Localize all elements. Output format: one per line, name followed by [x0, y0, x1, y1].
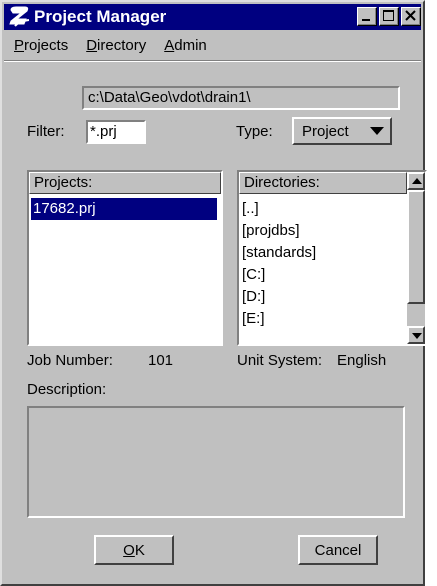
directories-scrollbar[interactable] — [407, 172, 425, 344]
filter-input[interactable]: *.prj — [86, 120, 146, 144]
description-label: Description: — [27, 381, 107, 398]
directories-list[interactable]: Directories: [..] [projdbs] [standards] … — [237, 170, 427, 346]
list-item[interactable]: [D:] — [239, 286, 407, 308]
close-icon[interactable] — [401, 7, 421, 26]
type-label: Type: — [236, 123, 273, 140]
menu-admin-label: dmin — [174, 36, 207, 54]
list-item[interactable]: [standards] — [239, 242, 407, 264]
scroll-down-button[interactable] — [407, 326, 425, 344]
projects-list-header: Projects: — [29, 172, 221, 194]
directories-list-body: [..] [projdbs] [standards] [C:] [D:] [E:… — [239, 198, 407, 344]
menu-projects-label: rojects — [24, 36, 69, 54]
dropdown-arrow-icon — [370, 127, 384, 135]
type-dropdown[interactable]: Project — [292, 117, 392, 145]
list-item[interactable]: [projdbs] — [239, 220, 407, 242]
menu-projects-accel: P — [14, 36, 25, 54]
title-bar[interactable]: Project Manager — [4, 4, 421, 30]
scroll-thumb[interactable] — [407, 190, 425, 304]
menu-directory-label: irectory — [97, 36, 147, 54]
window-title: Project Manager — [34, 7, 167, 26]
menu-directory-accel: D — [86, 36, 98, 54]
ok-button[interactable]: OK — [94, 535, 174, 565]
list-item[interactable]: [..] — [239, 198, 407, 220]
list-item-selected[interactable]: 17682.prj — [31, 198, 217, 220]
description-field[interactable] — [27, 406, 405, 518]
menu-directory[interactable]: Directory — [76, 37, 154, 54]
job-number-value: 101 — [148, 352, 174, 369]
job-number-label: Job Number: — [27, 352, 113, 369]
type-value: Project — [302, 122, 349, 140]
unit-system-label: Unit System: — [237, 352, 323, 369]
projects-list-body: 17682.prj — [29, 196, 221, 344]
filter-label: Filter: — [27, 123, 65, 140]
projects-list[interactable]: Projects: 17682.prj — [27, 170, 223, 346]
list-item[interactable]: [C:] — [239, 264, 407, 286]
app-logo-icon — [6, 6, 32, 28]
project-manager-window: Project Manager Projects Directory Admin… — [0, 0, 427, 586]
menu-separator — [4, 60, 421, 62]
current-path: c:\Data\Geo\vdot\drain1\ — [82, 86, 400, 110]
directories-list-header: Directories: — [239, 172, 407, 194]
maximize-icon[interactable] — [379, 7, 399, 26]
arrow-down-icon — [412, 333, 422, 339]
menu-bar: Projects Directory Admin — [4, 32, 421, 58]
scroll-up-button[interactable] — [407, 172, 425, 190]
menu-projects[interactable]: Projects — [4, 37, 76, 54]
ok-label: K — [134, 541, 145, 559]
ok-accel: O — [123, 541, 135, 559]
menu-admin-accel: A — [164, 36, 175, 54]
menu-admin[interactable]: Admin — [154, 37, 215, 54]
unit-system-value: English — [337, 352, 387, 369]
list-item[interactable]: [E:] — [239, 308, 407, 330]
minimize-icon[interactable] — [357, 7, 377, 26]
cancel-button[interactable]: Cancel — [298, 535, 378, 565]
arrow-up-icon — [412, 178, 422, 184]
